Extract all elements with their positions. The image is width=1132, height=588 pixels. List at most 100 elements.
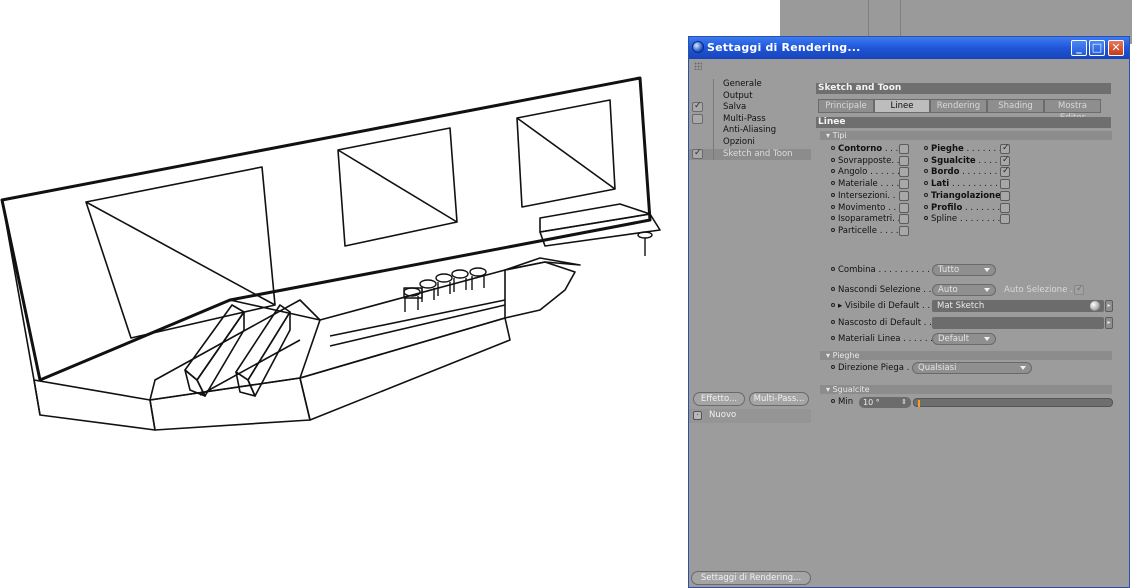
- group-tipi[interactable]: ▾ Tipi: [820, 131, 1112, 140]
- combina-row: Combina . . . . . . . . . . . .: [831, 265, 941, 276]
- animate-dot-icon[interactable]: [831, 303, 835, 307]
- animate-dot-icon[interactable]: [831, 204, 835, 209]
- line-type-checkbox[interactable]: [899, 155, 909, 166]
- tab-principale[interactable]: Principale: [818, 99, 874, 113]
- category-item[interactable]: Anti-Aliasing: [689, 125, 811, 137]
- materiali-dropdown[interactable]: Default: [932, 333, 996, 345]
- category-item[interactable]: Sketch and Toon: [689, 148, 811, 161]
- line-type-checkbox[interactable]: [1000, 190, 1010, 201]
- category-item[interactable]: Generale: [689, 79, 811, 91]
- auto-selezione-checkbox[interactable]: [1074, 284, 1084, 295]
- line-type-label: Isoparametri: [838, 214, 893, 225]
- leader-dots: . . . .: [877, 179, 900, 190]
- animate-dot-icon[interactable]: [831, 336, 835, 340]
- group-pieghe[interactable]: ▾ Pieghe: [820, 351, 1112, 360]
- animate-dot-icon[interactable]: [924, 192, 928, 197]
- category-enable-checkbox[interactable]: [692, 148, 703, 159]
- render-settings-dialog: Settaggi di Rendering... _ □ ✕ Generale O…: [688, 36, 1130, 588]
- tab-mostra-editor[interactable]: Mostra Editor: [1044, 99, 1101, 123]
- animate-dot-icon[interactable]: [831, 267, 835, 271]
- category-item[interactable]: Salva: [689, 101, 811, 114]
- visibile-value: Mat Sketch: [937, 301, 985, 311]
- category-item[interactable]: Output: [689, 90, 811, 103]
- animate-dot-icon[interactable]: [924, 181, 928, 186]
- tab-linee[interactable]: Linee: [874, 99, 930, 113]
- slider-thumb[interactable]: [918, 400, 920, 407]
- animate-dot-icon[interactable]: [924, 216, 928, 221]
- render-viewport: [0, 0, 688, 588]
- line-type-checkbox[interactable]: [1000, 202, 1010, 213]
- animate-dot-icon[interactable]: [831, 227, 835, 232]
- line-type-row: Isoparametri. .: [831, 214, 900, 225]
- line-type-checkbox[interactable]: [899, 214, 909, 225]
- effect-button[interactable]: Effetto...: [693, 392, 745, 406]
- link-arrow-icon[interactable]: ▸: [1105, 300, 1113, 312]
- line-type-checkbox[interactable]: [1000, 214, 1010, 225]
- multipass-button[interactable]: Multi-Pass...: [749, 392, 809, 406]
- chevron-down-icon: [1020, 366, 1026, 370]
- combina-label: Combina: [838, 265, 876, 275]
- category-label: Opzioni: [723, 136, 755, 147]
- combina-dropdown[interactable]: Tutto: [932, 264, 996, 276]
- settings-content: Sketch and Toon Principale Linee Renderi…: [816, 81, 1128, 587]
- line-type-checkbox[interactable]: [899, 179, 909, 190]
- line-type-checkbox[interactable]: [1000, 143, 1010, 154]
- group-tipi-label: Tipi: [832, 131, 847, 140]
- line-type-checkbox[interactable]: [899, 190, 909, 201]
- category-label: Salva: [723, 102, 747, 113]
- line-type-checkbox[interactable]: [1000, 166, 1010, 178]
- animate-dot-icon[interactable]: [924, 169, 928, 174]
- category-enable-checkbox[interactable]: [692, 101, 703, 113]
- animate-dot-icon[interactable]: [831, 287, 835, 291]
- line-type-checkbox[interactable]: [899, 167, 909, 178]
- materiali-label: Materiali Linea: [838, 334, 901, 344]
- spinner-icon[interactable]: ⇕: [901, 397, 907, 408]
- animate-dot-icon[interactable]: [831, 399, 835, 403]
- direzione-dropdown[interactable]: Qualsiasi: [912, 362, 1032, 374]
- min-value-field[interactable]: 10 ° ⇕: [859, 397, 911, 408]
- animate-dot-icon[interactable]: [831, 146, 835, 150]
- tab-shading[interactable]: Shading: [987, 99, 1044, 113]
- maximize-button[interactable]: □: [1089, 40, 1105, 56]
- category-label: Anti-Aliasing: [723, 125, 777, 136]
- nascondi-dropdown[interactable]: Auto: [932, 284, 996, 296]
- animate-dot-icon[interactable]: [924, 157, 928, 162]
- animate-dot-icon[interactable]: [831, 192, 835, 197]
- animate-dot-icon[interactable]: [831, 181, 835, 186]
- tree-line: [713, 125, 714, 137]
- leader-dots: . .: [887, 190, 896, 201]
- title-bar[interactable]: Settaggi di Rendering... _ □ ✕: [689, 37, 1129, 59]
- link-arrow-icon[interactable]: ▸: [1105, 317, 1113, 329]
- animate-dot-icon[interactable]: [831, 320, 835, 324]
- line-type-checkbox[interactable]: [1000, 179, 1010, 190]
- animate-dot-icon[interactable]: [831, 169, 835, 174]
- animate-dot-icon[interactable]: [924, 204, 928, 209]
- line-type-label: Sovrapposte: [838, 155, 892, 166]
- group-sgualcite[interactable]: ▾ Sgualcite: [820, 385, 1112, 394]
- render-settings-button[interactable]: Settaggi di Rendering...: [691, 571, 811, 585]
- nascosto-link-field[interactable]: [932, 317, 1104, 329]
- expand-icon[interactable]: ·: [693, 411, 702, 420]
- category-item[interactable]: Multi-Pass: [689, 113, 811, 126]
- tree-line: [713, 90, 714, 103]
- animate-dot-icon[interactable]: [831, 365, 835, 369]
- animate-dot-icon[interactable]: [831, 157, 835, 162]
- visibile-link-field[interactable]: Mat Sketch: [932, 300, 1104, 312]
- animate-dot-icon[interactable]: [831, 216, 835, 221]
- post-effect-list: · Nuovo: [689, 409, 811, 423]
- min-slider[interactable]: [913, 398, 1113, 407]
- close-button[interactable]: ✕: [1108, 40, 1124, 56]
- leader-dots: . . . . . . .: [963, 144, 1002, 154]
- line-type-checkbox[interactable]: [899, 202, 909, 213]
- line-type-checkbox[interactable]: [899, 144, 909, 154]
- grip-icon[interactable]: [694, 62, 702, 70]
- category-item[interactable]: Opzioni: [689, 136, 811, 149]
- category-enable-checkbox[interactable]: [692, 113, 703, 124]
- line-type-checkbox[interactable]: [1000, 155, 1010, 166]
- minimize-button[interactable]: _: [1071, 40, 1087, 56]
- animate-dot-icon[interactable]: [924, 146, 928, 150]
- tab-rendering[interactable]: Rendering: [930, 99, 987, 113]
- line-type-checkbox[interactable]: [899, 225, 909, 236]
- post-list-item[interactable]: Nuovo: [709, 410, 736, 420]
- expand-arrow-icon[interactable]: ▸: [838, 301, 845, 311]
